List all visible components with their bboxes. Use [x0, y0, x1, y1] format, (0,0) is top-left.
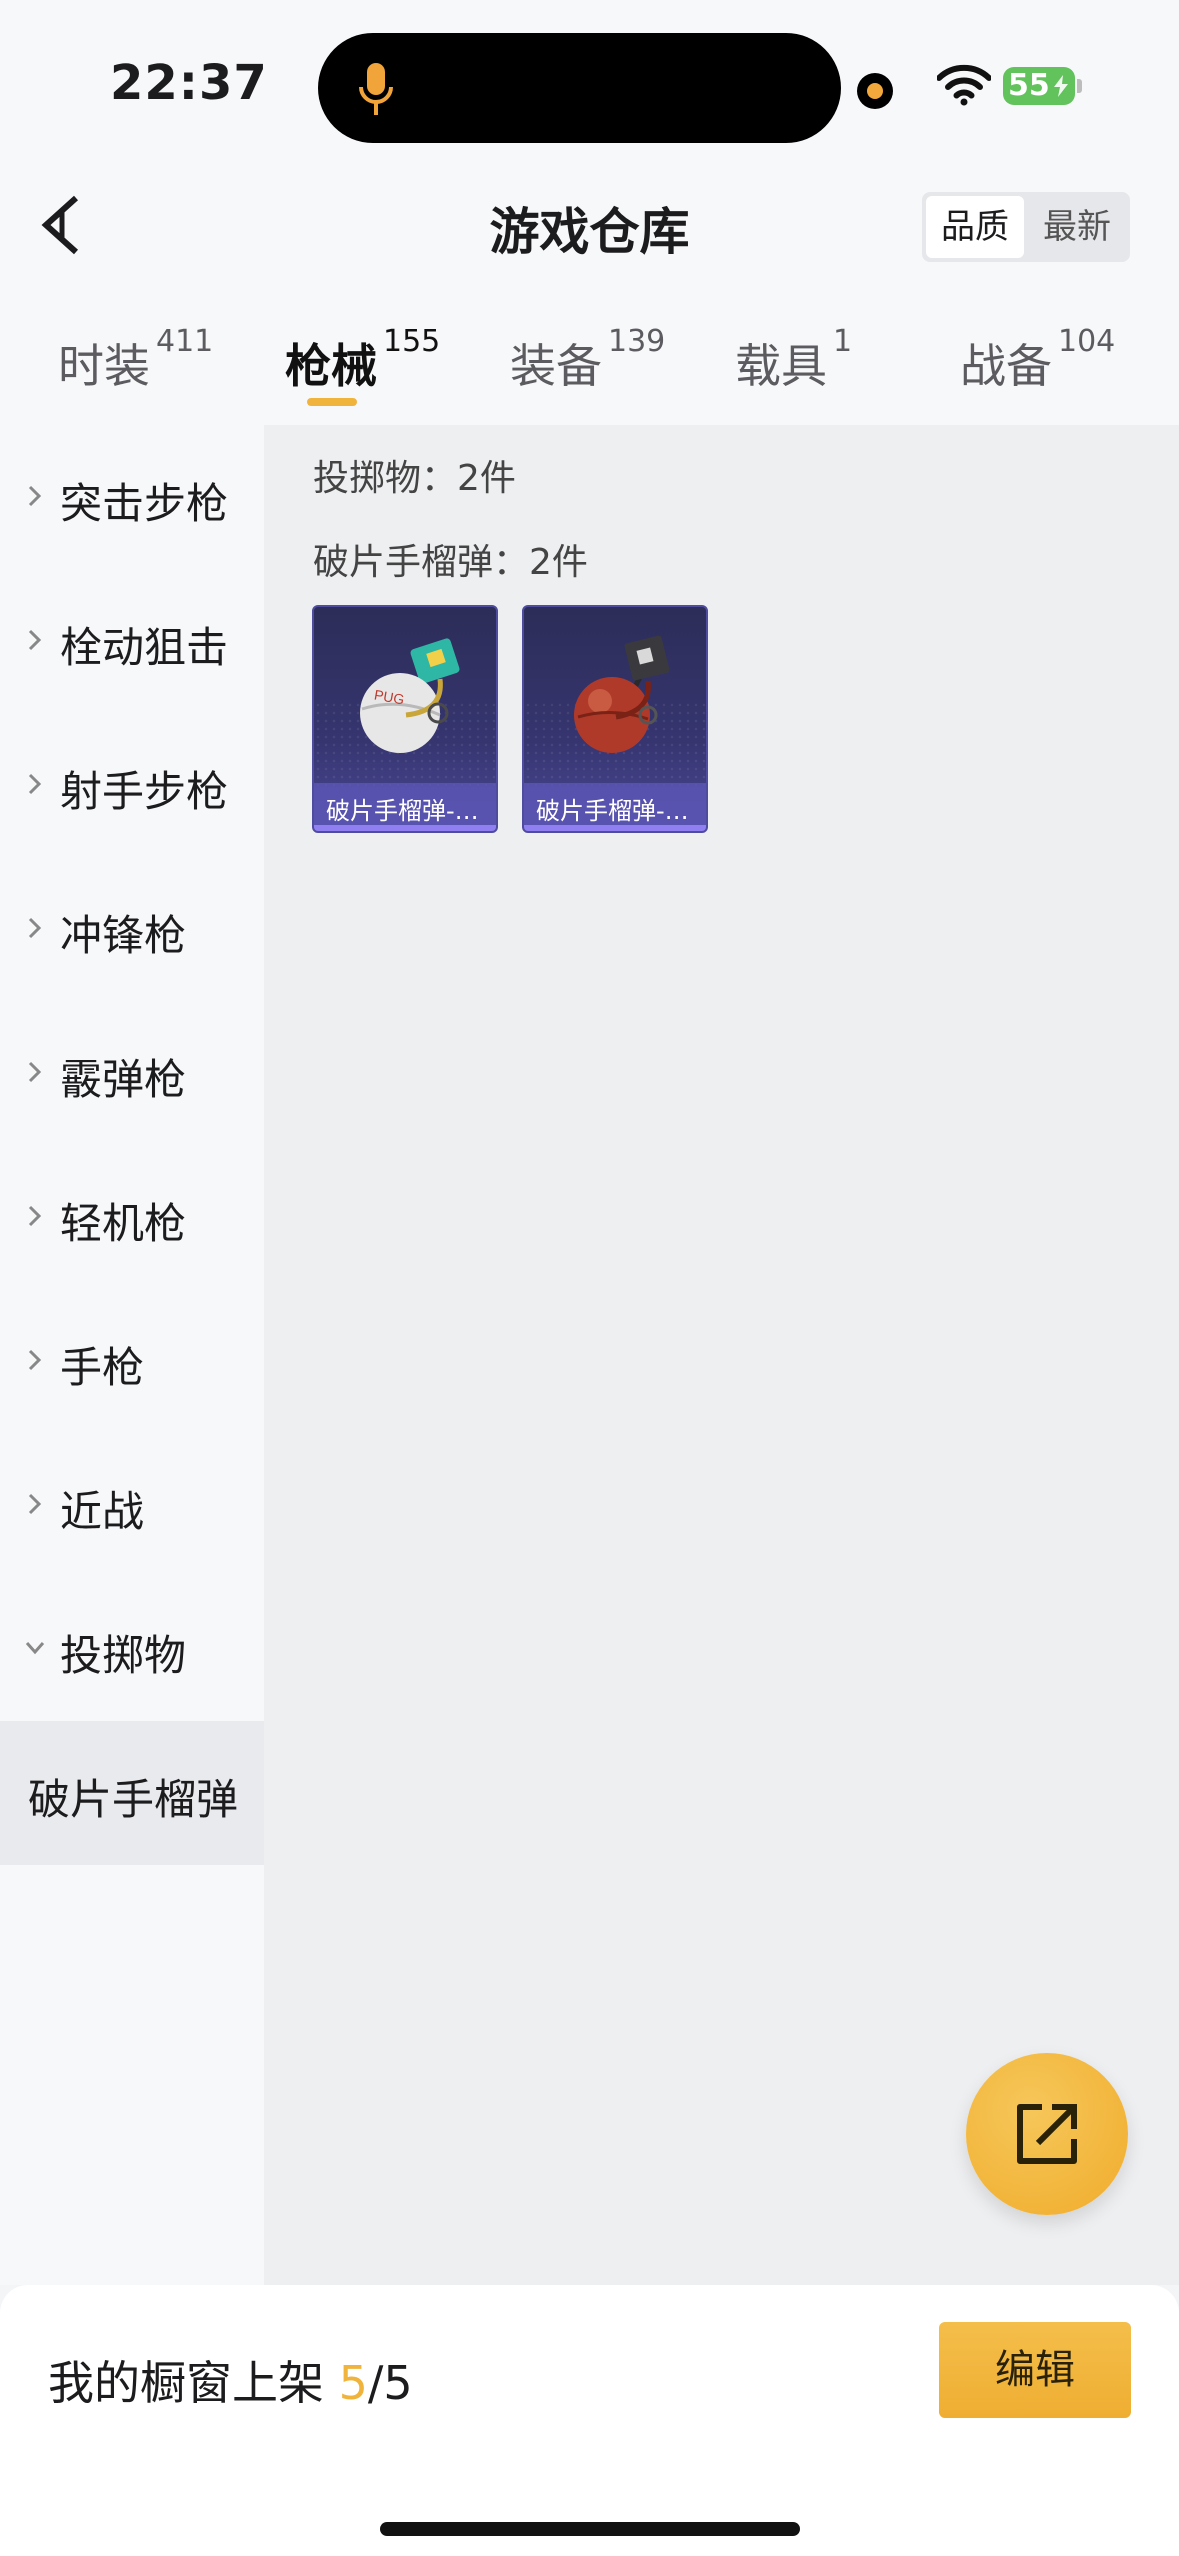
active-tab-indicator: [307, 398, 357, 406]
chevron-right-icon: [28, 629, 42, 651]
sort-quality-button[interactable]: 品质: [926, 196, 1024, 258]
bottom-bar: 我的橱窗上架 5/5 编辑: [0, 2285, 1179, 2556]
sidebar: 突击步枪 栓动狙击 射手步枪 冲锋枪 霰弹枪 轻机枪 手枪 近战 投掷物 破片手…: [0, 425, 264, 2285]
tab-label: 载具: [735, 339, 827, 393]
showcase-current-count: 5: [338, 2356, 368, 2410]
tab-label: 时装: [58, 339, 150, 393]
tab-count: 104: [1058, 324, 1116, 359]
tab-count: 139: [608, 324, 666, 359]
sidebar-item-melee[interactable]: 近战: [0, 1433, 264, 1577]
status-time: 22:37: [110, 55, 268, 111]
sidebar-item-label: 近战: [60, 1487, 145, 1536]
item-name-bar: 破片手榴弹-…: [314, 783, 496, 831]
microphone-icon: [359, 63, 393, 115]
sidebar-item-assault-rifle[interactable]: 突击步枪: [0, 425, 264, 569]
item-card[interactable]: 破片手榴弹-…: [522, 605, 708, 833]
tab-label: 枪械: [285, 339, 377, 393]
sidebar-item-lmg[interactable]: 轻机枪: [0, 1145, 264, 1289]
showcase-label: 我的橱窗上架: [48, 2356, 324, 2410]
sort-toggle: 品质 最新: [922, 192, 1130, 262]
tab-count: 1: [833, 324, 853, 359]
sidebar-item-shotgun[interactable]: 霰弹枪: [0, 1001, 264, 1145]
category-count-label: 投掷物：2件: [313, 458, 516, 499]
chevron-right-icon: [28, 773, 42, 795]
edit-button[interactable]: 编辑: [939, 2322, 1131, 2418]
charging-bolt-icon: [1054, 75, 1068, 97]
chevron-right-icon: [28, 1349, 42, 1371]
sidebar-item-label: 破片手榴弹: [28, 1775, 239, 1824]
header: 游戏仓库 品质 最新: [0, 150, 1179, 300]
sidebar-item-label: 轻机枪: [60, 1199, 187, 1248]
status-bar: 22:37 55: [0, 0, 1179, 150]
chevron-right-icon: [28, 1493, 42, 1515]
tab-vehicles[interactable]: 载具 1: [735, 324, 852, 396]
sidebar-item-label: 射手步枪: [60, 767, 229, 816]
grenade-white-icon: PUG: [360, 638, 460, 753]
sidebar-item-label: 冲锋枪: [60, 911, 187, 960]
tab-label: 装备: [510, 339, 602, 393]
category-tabs: 时装 411 枪械 155 装备 139 载具 1 战备 104: [0, 300, 1179, 425]
showcase-status: 我的橱窗上架 5/5: [48, 2347, 413, 2413]
privacy-indicator-icon: [857, 73, 893, 109]
sidebar-item-throwables[interactable]: 投掷物: [0, 1577, 264, 1721]
chevron-right-icon: [28, 917, 42, 939]
sidebar-item-label: 手枪: [60, 1343, 145, 1392]
chevron-down-icon: [25, 1642, 45, 1655]
sidebar-item-label: 霰弹枪: [60, 1055, 187, 1104]
dynamic-island: [318, 33, 841, 143]
sidebar-item-label: 栓动狙击: [60, 623, 229, 672]
tab-outfits[interactable]: 时装 411: [58, 324, 213, 396]
sidebar-item-marksman-rifle[interactable]: 射手步枪: [0, 713, 264, 857]
tab-tactical[interactable]: 战备 104: [960, 324, 1115, 396]
wifi-icon: [937, 64, 991, 106]
sidebar-item-smg[interactable]: 冲锋枪: [0, 857, 264, 1001]
tab-label: 战备: [960, 339, 1052, 393]
battery-level: 55: [1008, 68, 1050, 103]
item-card[interactable]: PUG 破片手榴弹-…: [312, 605, 498, 833]
item-name: 破片手榴弹-…: [536, 797, 689, 825]
battery-icon: 55: [1003, 67, 1075, 105]
battery-tip: [1077, 79, 1082, 93]
grenade-red-icon: [574, 635, 670, 753]
item-grid-area: 投掷物：2件 破片手榴弹：2件 PUG 破片手榴弹-… 破片手榴弹-…: [264, 425, 1179, 2285]
tab-firearms[interactable]: 枪械 155: [285, 324, 440, 396]
subcategory-count-label: 破片手榴弹：2件: [313, 542, 588, 583]
chevron-right-icon: [28, 1205, 42, 1227]
tab-count: 155: [383, 324, 441, 359]
showcase-total-count: /5: [367, 2356, 413, 2410]
sort-newest-button[interactable]: 最新: [1028, 196, 1126, 258]
item-name-bar: 破片手榴弹-…: [524, 783, 706, 831]
tab-equipment[interactable]: 装备 139: [510, 324, 665, 396]
sidebar-item-bolt-sniper[interactable]: 栓动狙击: [0, 569, 264, 713]
share-icon: [1017, 2104, 1077, 2164]
chevron-right-icon: [28, 485, 42, 507]
item-name: 破片手榴弹-…: [326, 797, 479, 825]
tab-count: 411: [156, 324, 214, 359]
sidebar-item-label: 投掷物: [60, 1631, 187, 1680]
chevron-right-icon: [28, 1061, 42, 1083]
home-indicator[interactable]: [380, 2522, 800, 2536]
sidebar-item-frag-grenade[interactable]: 破片手榴弹: [0, 1721, 264, 1865]
sidebar-item-pistol[interactable]: 手枪: [0, 1289, 264, 1433]
share-button[interactable]: [966, 2053, 1128, 2215]
sidebar-item-label: 突击步枪: [60, 479, 229, 528]
